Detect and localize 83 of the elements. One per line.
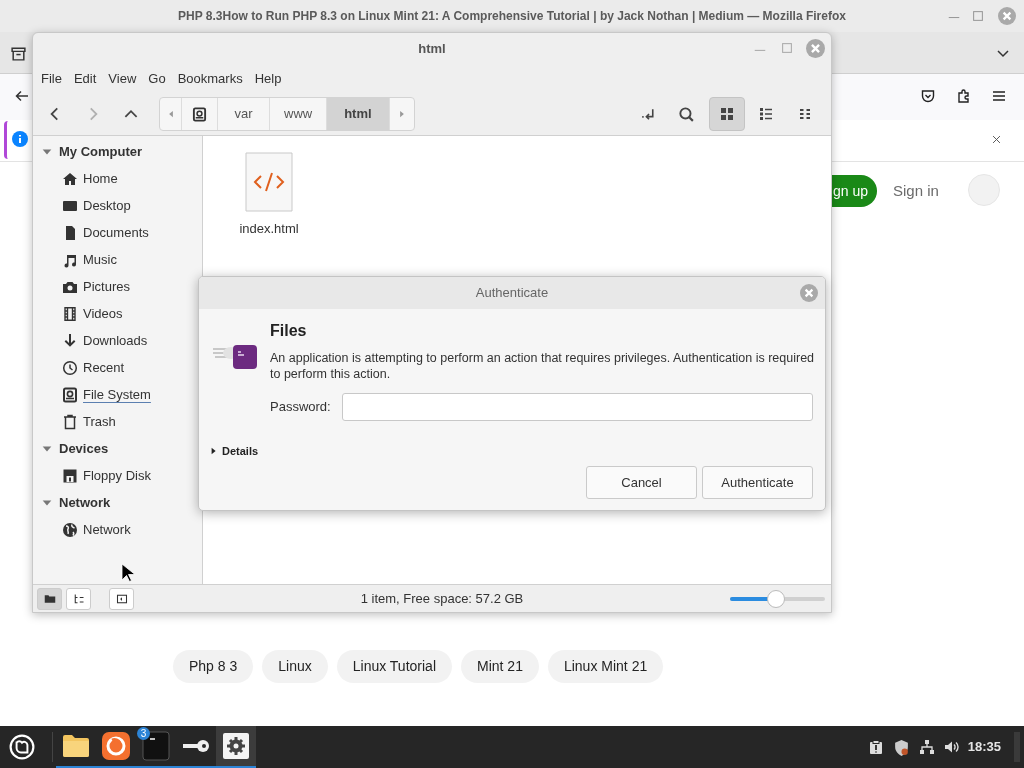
menu-item[interactable]: Go — [142, 69, 172, 89]
sidebar-item[interactable]: Music — [83, 249, 117, 270]
tag-chip[interactable]: Mint 21 — [461, 650, 539, 683]
taskbar-button[interactable]: 3 — [136, 726, 176, 768]
sign-in-link[interactable]: Sign in — [893, 180, 939, 203]
folder-icon — [43, 592, 56, 605]
globe-icon — [62, 521, 78, 538]
tab-list-icon[interactable] — [10, 45, 27, 62]
code-file-icon[interactable] — [245, 152, 293, 212]
zoom-slider[interactable] — [730, 589, 825, 608]
menu-item[interactable]: View — [102, 69, 143, 89]
search-icon[interactable] — [678, 105, 695, 123]
path-segment[interactable]: var — [218, 98, 270, 130]
window-title: PHP 8.3How to Run PHP 8.3 on Linux Mint 21: A Comprehensive Tutorial | by Jack Nothan | Medium — Mozilla Firefox — [178, 8, 846, 25]
compact-view-icon — [797, 106, 813, 122]
close-icon[interactable] — [991, 134, 1002, 145]
drive-icon — [192, 106, 207, 122]
extra-pane-button[interactable] — [109, 587, 134, 610]
sidebar-item[interactable]: Trash — [83, 411, 116, 432]
slider-thumb[interactable] — [766, 589, 785, 608]
tag-chip[interactable]: Php 8 3 — [173, 650, 254, 683]
tag-chip[interactable]: Linux Mint 21 — [547, 650, 664, 683]
sidebar-item[interactable]: Desktop — [83, 195, 131, 216]
clock[interactable]: 18:35 — [967, 737, 1001, 757]
sidebar-item[interactable]: Home — [83, 168, 118, 189]
view-mode-button[interactable] — [709, 97, 745, 131]
sidebar-heading: My Computer — [59, 142, 143, 161]
file-name[interactable]: index.html — [239, 219, 299, 239]
pocket-icon[interactable] — [920, 88, 936, 104]
info-icon — [12, 131, 28, 147]
sidebar-heading: Network — [59, 493, 111, 512]
clock-icon — [62, 359, 78, 376]
menu-item[interactable]: Edit — [67, 69, 103, 89]
dialog-heading: Files — [270, 321, 308, 341]
dialog-button[interactable]: Authenticate — [702, 466, 813, 499]
tree-icon — [72, 592, 85, 605]
menu-item[interactable]: Help — [248, 69, 288, 89]
list-view-icon — [758, 106, 774, 122]
window-title: html — [418, 40, 446, 59]
dialog-message: An application is attempting to perform an action that requires privileges. Authentication is required to perform this action. — [270, 350, 816, 382]
password-field[interactable] — [341, 393, 813, 421]
taskbar-button[interactable] — [216, 726, 256, 768]
shield-icon[interactable] — [892, 738, 910, 756]
sidebar-item[interactable]: Documents — [83, 222, 149, 243]
status-text: 1 item, Free space: 57.2 GB — [360, 589, 524, 608]
sidebar-item[interactable]: File System — [83, 384, 151, 405]
grid-view-icon — [719, 106, 735, 122]
sidebar-item[interactable]: Videos — [83, 303, 123, 324]
menu-item[interactable]: Bookmarks — [171, 69, 249, 89]
sidebar-item[interactable]: Pictures — [83, 276, 130, 297]
gear-icon — [221, 731, 251, 761]
clipboard-icon[interactable] — [867, 739, 884, 755]
pane-toggle-button[interactable] — [66, 587, 91, 610]
notification-badge: 3 — [137, 727, 150, 740]
sidebar-item[interactable]: Recent — [83, 357, 125, 378]
path-segment[interactable]: html — [327, 98, 390, 130]
back-arrow-icon[interactable] — [14, 88, 30, 104]
pane-toggle-button[interactable] — [37, 587, 62, 610]
trash-icon — [62, 413, 78, 430]
volume-icon[interactable] — [943, 739, 960, 755]
sign-up-button[interactable]: gn up — [832, 175, 877, 207]
terminal-icon — [141, 731, 171, 761]
menu-item[interactable]: File — [35, 69, 68, 89]
sidebar-item[interactable]: Floppy Disk — [83, 465, 151, 486]
password-label: Password: — [270, 398, 331, 417]
tag-chip[interactable]: Linux — [262, 650, 328, 683]
sidebar-heading: Devices — [59, 439, 109, 458]
drive-icon — [62, 386, 78, 403]
menu-icon[interactable] — [991, 88, 1007, 104]
tag-chip[interactable]: Linux Tutorial — [336, 650, 452, 683]
split-pane-icon — [115, 592, 128, 605]
puzzle-piece-icon[interactable] — [956, 88, 972, 104]
dialog-title: Authenticate — [475, 284, 549, 303]
sidebar-item[interactable]: Downloads — [83, 330, 148, 351]
fox-icon — [101, 731, 131, 761]
sidebar-item[interactable]: Network — [83, 519, 131, 540]
details-expander[interactable]: Details — [210, 443, 259, 460]
dialog-button[interactable]: Cancel — [586, 466, 697, 499]
film-icon — [62, 305, 78, 322]
mint-logo-icon[interactable] — [9, 734, 35, 760]
download-icon — [62, 332, 78, 349]
network-icon[interactable] — [918, 739, 935, 755]
home-icon — [62, 170, 78, 187]
